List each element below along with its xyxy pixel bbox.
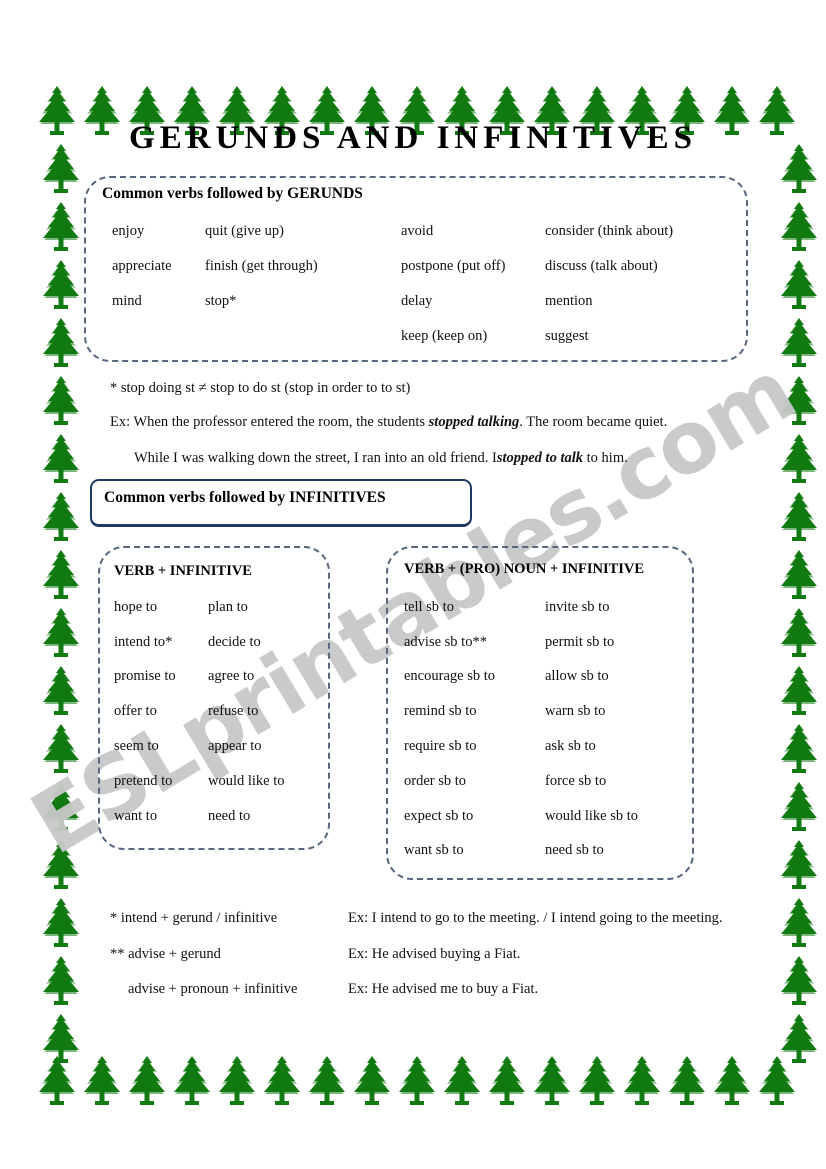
worksheet-content: GERUNDS AND INFINITIVES Common verbs fol… xyxy=(0,0,826,1169)
pronoun-infinitive-verb: tell sb to xyxy=(404,599,454,615)
gerund-verb: delay xyxy=(401,293,433,309)
gerund-verb: avoid xyxy=(401,223,434,239)
example-1-suffix: . The room became quiet. xyxy=(519,414,668,430)
pronoun-infinitive-verb: force sb to xyxy=(545,773,607,789)
infinitive-verb: promise to xyxy=(114,668,176,684)
pronoun-infinitive-verb: encourage sb to xyxy=(404,668,495,684)
gerund-verb: finish (get through) xyxy=(205,258,318,274)
gerund-verb: discuss (talk about) xyxy=(545,258,658,274)
pronoun-infinitive-verb: allow sb to xyxy=(545,668,609,684)
verb-infinitive-heading: VERB + INFINITIVE xyxy=(114,563,252,579)
gerund-verb: keep (keep on) xyxy=(401,328,488,344)
example-2-prefix: While I was walking down the street, I r… xyxy=(134,450,497,466)
footnote-example: Ex: He advised me to buy a Fiat. xyxy=(348,981,539,997)
footnote-label: ** advise + gerund xyxy=(110,946,221,962)
pronoun-infinitive-verb: permit sb to xyxy=(545,634,615,650)
pronoun-infinitive-verb: ask sb to xyxy=(545,738,596,754)
pronoun-infinitive-verb: remind sb to xyxy=(404,703,477,719)
footnote-example: Ex: He advised buying a Fiat. xyxy=(348,946,521,962)
infinitive-verb: pretend to xyxy=(114,773,173,789)
example-2-emphasis: stopped to talk xyxy=(496,450,584,466)
gerund-verb: mind xyxy=(112,293,142,309)
infinitive-verb: offer to xyxy=(114,703,157,719)
infinitive-verb: hope to xyxy=(114,599,158,615)
infinitive-verb: want to xyxy=(114,808,158,824)
gerund-example-1: Ex: When the professor entered the room,… xyxy=(110,414,667,431)
example-1-prefix: Ex: When the professor entered the room,… xyxy=(110,414,429,430)
example-1-emphasis: stopped talking xyxy=(428,414,520,430)
infinitive-verb: need to xyxy=(208,808,251,824)
gerund-verb: quit (give up) xyxy=(205,223,284,239)
pronoun-infinitive-verb: order sb to xyxy=(404,773,467,789)
pronoun-infinitive-verb: need sb to xyxy=(545,842,604,858)
pronoun-infinitive-verb: advise sb to** xyxy=(404,634,487,650)
gerund-verb: mention xyxy=(545,293,593,309)
gerund-verb: stop* xyxy=(205,293,237,309)
verb-infinitive-box xyxy=(98,546,330,850)
infinitives-heading: Common verbs followed by INFINITIVES xyxy=(104,489,386,506)
gerund-verb: enjoy xyxy=(112,223,145,239)
pronoun-infinitive-verb: expect sb to xyxy=(404,808,474,824)
infinitive-verb: refuse to xyxy=(208,703,259,719)
gerunds-heading: Common verbs followed by GERUNDS xyxy=(102,185,363,202)
pronoun-infinitive-verb: invite sb to xyxy=(545,599,610,615)
infinitive-verb: decide to xyxy=(208,634,261,650)
gerund-rule-note: * stop doing st ≠ stop to do st (stop in… xyxy=(110,380,411,396)
footnote-example: Ex: I intend to go to the meeting. / I i… xyxy=(348,910,723,926)
infinitive-verb: plan to xyxy=(208,599,248,615)
pronoun-infinitive-verb: want sb to xyxy=(404,842,464,858)
page-title: GERUNDS AND INFINITIVES xyxy=(129,120,697,156)
infinitive-verb: agree to xyxy=(208,668,255,684)
gerund-verb: consider (think about) xyxy=(545,223,674,239)
gerund-example-2: While I was walking down the street, I r… xyxy=(134,450,628,467)
pronoun-infinitive-verb: require sb to xyxy=(404,738,477,754)
worksheet-page: ESLprintables.com GERUNDS AND INFINITIVE… xyxy=(0,0,826,1169)
infinitive-verb: appear to xyxy=(208,738,262,754)
pronoun-infinitive-verb: would like sb to xyxy=(545,808,639,824)
footnote-label: advise + pronoun + infinitive xyxy=(128,981,298,997)
verb-pronoun-infinitive-heading: VERB + (PRO) NOUN + INFINITIVE xyxy=(404,561,645,577)
example-2-suffix: to him. xyxy=(583,450,628,466)
infinitive-verb: seem to xyxy=(114,738,159,754)
infinitive-verb: intend to* xyxy=(114,634,173,650)
gerund-verb: appreciate xyxy=(112,258,172,274)
pronoun-infinitive-verb: warn sb to xyxy=(545,703,606,719)
infinitive-verb: would like to xyxy=(208,773,285,789)
gerund-verb: suggest xyxy=(545,328,589,344)
footnote-label: * intend + gerund / infinitive xyxy=(110,910,278,926)
gerund-verb: postpone (put off) xyxy=(401,258,506,274)
